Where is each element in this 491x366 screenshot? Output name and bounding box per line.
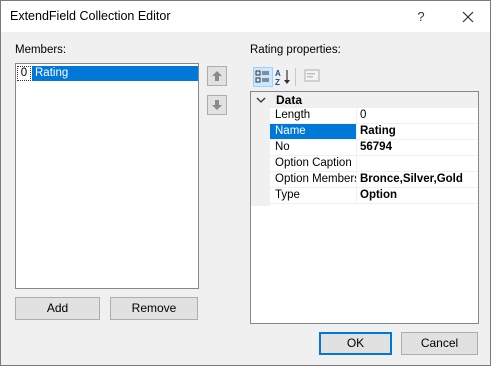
property-row-no[interactable]: No 56794 bbox=[270, 140, 478, 156]
cancel-button[interactable]: Cancel bbox=[401, 332, 478, 355]
move-down-button[interactable] bbox=[207, 95, 227, 115]
list-item-label: Rating bbox=[32, 66, 198, 81]
svg-text:A: A bbox=[275, 69, 281, 78]
arrow-up-icon bbox=[212, 71, 222, 81]
property-name: Type bbox=[270, 188, 357, 203]
property-value[interactable]: 0 bbox=[358, 108, 478, 123]
property-value[interactable]: 56794 bbox=[358, 140, 478, 155]
property-value[interactable] bbox=[358, 156, 478, 171]
property-pages-icon bbox=[304, 69, 320, 82]
property-row-option-caption[interactable]: Option Caption bbox=[270, 156, 478, 172]
property-grid[interactable]: Data Length 0 Name Rating No 56794 Optio… bbox=[250, 91, 479, 324]
arrow-down-icon bbox=[212, 100, 222, 110]
category-row[interactable]: Data bbox=[251, 92, 478, 108]
properties-toolbar: A Z bbox=[250, 65, 478, 89]
property-row-name[interactable]: Name Rating bbox=[270, 124, 478, 140]
close-button[interactable] bbox=[453, 7, 483, 27]
toolbar-separator bbox=[295, 68, 296, 86]
list-item-index: 0 bbox=[17, 66, 31, 81]
members-list[interactable]: 0 Rating bbox=[15, 63, 199, 289]
categorized-icon bbox=[255, 70, 269, 83]
property-name: Length bbox=[270, 108, 357, 123]
grid-margin bbox=[251, 92, 270, 206]
property-name: Name bbox=[270, 124, 357, 139]
property-name: No bbox=[270, 140, 357, 155]
ok-button[interactable]: OK bbox=[319, 332, 392, 355]
members-label: Members: bbox=[15, 44, 67, 56]
title-bar: ExtendField Collection Editor ? bbox=[1, 1, 490, 32]
property-row-type[interactable]: Type Option bbox=[270, 188, 478, 204]
svg-text:Z: Z bbox=[275, 78, 280, 87]
categorized-button[interactable] bbox=[253, 67, 273, 87]
alphabetical-icon: A Z bbox=[275, 69, 290, 87]
move-up-button[interactable] bbox=[207, 66, 227, 86]
property-row-option-members[interactable]: Option Members Bronce,Silver,Gold bbox=[270, 172, 478, 188]
property-value[interactable]: Bronce,Silver,Gold bbox=[358, 172, 478, 187]
property-value[interactable]: Rating bbox=[358, 124, 478, 139]
property-name: Option Caption bbox=[270, 156, 357, 171]
category-label: Data bbox=[276, 93, 303, 107]
remove-button[interactable]: Remove bbox=[110, 297, 198, 320]
add-button[interactable]: Add bbox=[15, 297, 100, 320]
list-item[interactable]: 0 Rating bbox=[17, 66, 198, 81]
window-title: ExtendField Collection Editor bbox=[10, 9, 171, 23]
chevron-down-icon[interactable] bbox=[255, 94, 267, 106]
property-value[interactable]: Option bbox=[358, 188, 478, 203]
properties-label: Rating properties: bbox=[250, 44, 341, 56]
property-row-length[interactable]: Length 0 bbox=[270, 108, 478, 124]
help-button[interactable]: ? bbox=[406, 7, 436, 27]
collection-editor-dialog: ExtendField Collection Editor ? Members:… bbox=[0, 0, 491, 366]
alphabetical-button[interactable]: A Z bbox=[274, 67, 294, 87]
property-pages-button[interactable] bbox=[303, 67, 323, 87]
close-icon bbox=[462, 11, 474, 23]
property-name: Option Members bbox=[270, 172, 357, 187]
